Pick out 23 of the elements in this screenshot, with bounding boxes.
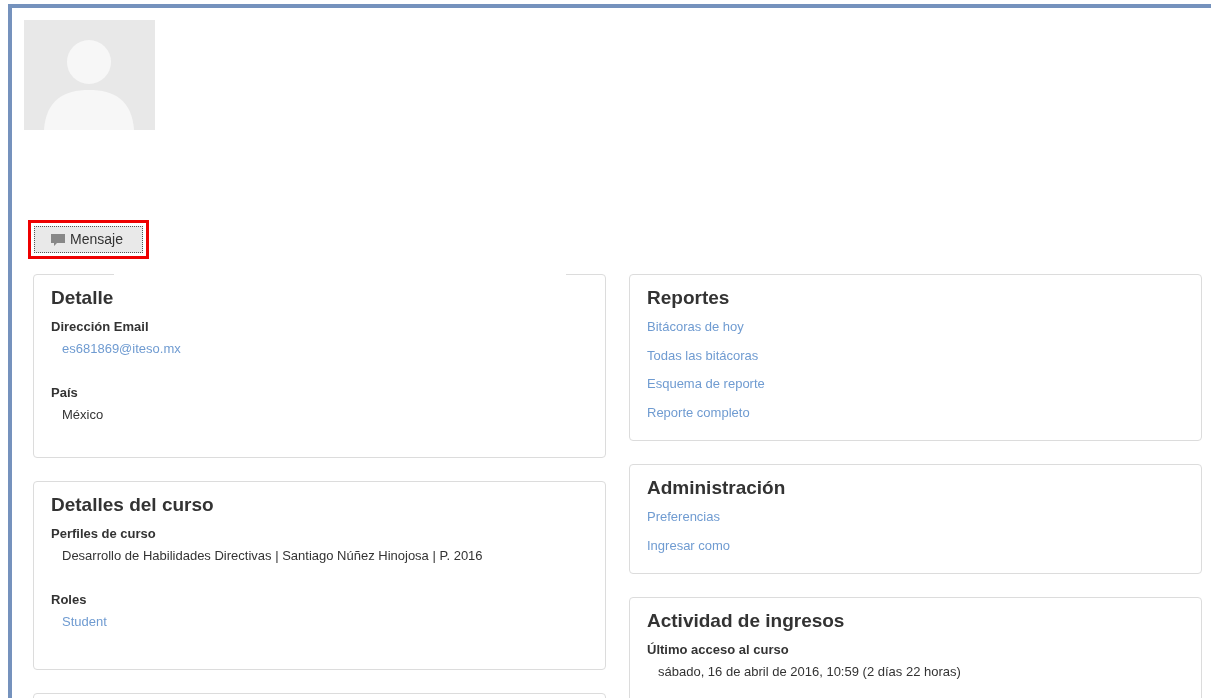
- report-link[interactable]: Esquema de reporte: [647, 376, 765, 392]
- field-value: sábado, 16 de abril de 2016, 10:59 (2 días 22 horas): [657, 664, 962, 680]
- report-link[interactable]: Reporte completo: [647, 404, 750, 421]
- field-value: Desarrollo de Habilidades Directivas | Santiago Núñez Hinojosa | P. 2016: [61, 548, 484, 564]
- field-label: País: [51, 385, 79, 401]
- message-button[interactable]: Mensaje: [34, 226, 143, 253]
- report-link[interactable]: Preferencias: [647, 509, 720, 525]
- field-label: Perfiles de curso: [51, 526, 157, 542]
- report-link[interactable]: Bitácoras de hoy: [647, 319, 744, 335]
- field-label: Roles: [51, 592, 88, 608]
- speech-bubble-icon: [51, 233, 65, 246]
- card-title: Detalles del curso: [51, 494, 215, 516]
- field-label: Dirección Email: [51, 319, 150, 335]
- field-value: México: [61, 407, 105, 423]
- report-link[interactable]: Todas las bitácoras: [647, 347, 759, 364]
- field-link[interactable]: Student: [51, 614, 588, 630]
- field-label: Último acceso al curso: [647, 642, 790, 658]
- card-title: Reportes: [647, 287, 731, 309]
- card-title: Detalle: [51, 287, 115, 309]
- report-link[interactable]: Ingresar como: [647, 537, 731, 554]
- card-title: Actividad de ingresos: [647, 610, 846, 632]
- card-title: Administración: [647, 477, 787, 499]
- field-link[interactable]: es681869@iteso.mx: [51, 341, 588, 357]
